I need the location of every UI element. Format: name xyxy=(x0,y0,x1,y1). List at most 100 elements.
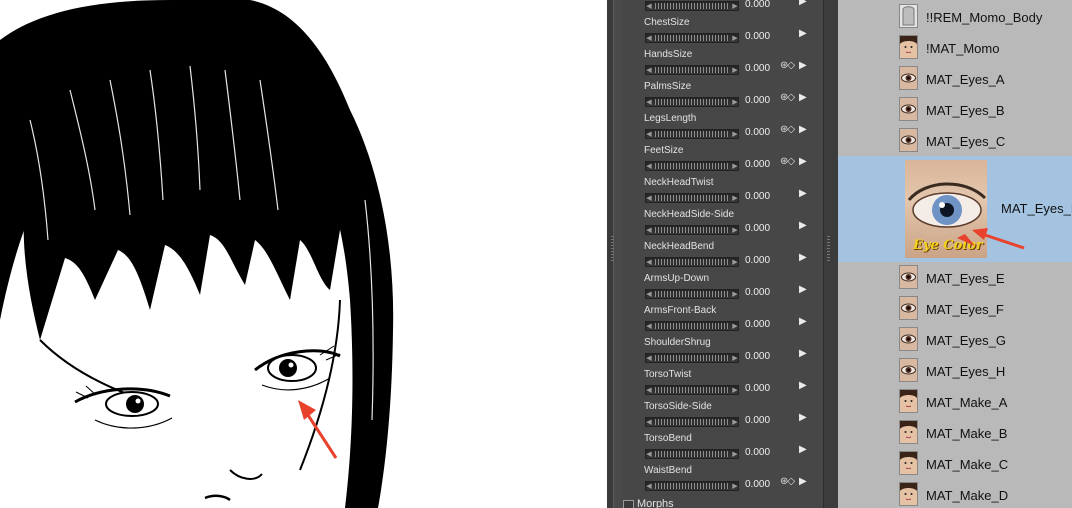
dial-value[interactable]: 0.000 xyxy=(745,319,770,330)
dial-value[interactable]: 0.000 xyxy=(745,159,770,170)
dial-slider[interactable]: ◀ ▶ xyxy=(645,321,739,331)
dial-decrement-icon[interactable]: ◀ xyxy=(645,194,653,204)
dial-value[interactable]: 0.000 xyxy=(745,415,770,426)
material-item[interactable]: MAT_Eyes_F xyxy=(838,293,1072,324)
dial-increment-icon[interactable]: ▶ xyxy=(731,98,739,108)
dial-decrement-icon[interactable]: ◀ xyxy=(645,258,653,268)
material-item[interactable]: !!REM_Momo_Body xyxy=(838,1,1072,32)
dial-menu-arrow-icon[interactable]: ▶ xyxy=(799,412,807,423)
dial-increment-icon[interactable]: ▶ xyxy=(731,418,739,428)
morphs-checkbox[interactable] xyxy=(623,500,634,508)
dial-decrement-icon[interactable]: ◀ xyxy=(645,162,653,172)
material-item[interactable]: !MAT_Momo xyxy=(838,32,1072,63)
dial-decrement-icon[interactable]: ◀ xyxy=(645,386,653,396)
material-item[interactable]: MAT_Eyes_E xyxy=(838,262,1072,293)
dial-slider[interactable]: ◀ ▶ xyxy=(645,257,739,267)
dial-increment-icon[interactable]: ▶ xyxy=(731,290,739,300)
dial-value[interactable]: 0.000 xyxy=(745,95,770,106)
dial-increment-icon[interactable]: ▶ xyxy=(731,322,739,332)
material-item[interactable]: MAT_Eyes_H xyxy=(838,355,1072,386)
dial-value[interactable]: 0.000 xyxy=(745,383,770,394)
material-item[interactable]: MAT_Make_C xyxy=(838,448,1072,479)
dial-menu-arrow-icon[interactable]: ▶ xyxy=(799,316,807,327)
dial-slider[interactable]: ◀ ▶ xyxy=(645,129,739,139)
dial-menu-arrow-icon[interactable]: ▶ xyxy=(799,380,807,391)
dial-slider[interactable]: ◀ ▶ xyxy=(645,33,739,43)
material-item[interactable]: MAT_Eyes_G xyxy=(838,324,1072,355)
dial-increment-icon[interactable]: ▶ xyxy=(731,482,739,492)
dial-decrement-icon[interactable]: ◀ xyxy=(645,130,653,140)
dial-decrement-icon[interactable]: ◀ xyxy=(645,354,653,364)
dependency-icon[interactable]: ⊛◇ xyxy=(780,60,795,71)
dial-value[interactable]: 0.000 xyxy=(745,0,770,10)
dial-value[interactable]: 0.000 xyxy=(745,447,770,458)
dial-decrement-icon[interactable]: ◀ xyxy=(645,450,653,460)
dial-increment-icon[interactable]: ▶ xyxy=(731,194,739,204)
dependency-icon[interactable]: ⊛◇ xyxy=(780,92,795,103)
material-item[interactable]: MAT_Make_A xyxy=(838,386,1072,417)
dial-menu-arrow-icon[interactable]: ▶ xyxy=(799,0,807,7)
material-item[interactable]: Eye ColorMAT_Eyes_D xyxy=(838,156,1072,262)
dial-value[interactable]: 0.000 xyxy=(745,351,770,362)
dial-menu-arrow-icon[interactable]: ▶ xyxy=(799,284,807,295)
dependency-icon[interactable]: ⊛◇ xyxy=(780,476,795,487)
dial-value[interactable]: 0.000 xyxy=(745,255,770,266)
dial-decrement-icon[interactable]: ◀ xyxy=(645,34,653,44)
dial-slider[interactable]: ◀ ▶ xyxy=(645,481,739,491)
dial-menu-arrow-icon[interactable]: ▶ xyxy=(799,156,807,167)
dial-increment-icon[interactable]: ▶ xyxy=(731,130,739,140)
dial-menu-arrow-icon[interactable]: ▶ xyxy=(799,92,807,103)
dial-slider[interactable]: ◀ ▶ xyxy=(645,449,739,459)
dial-value[interactable]: 0.000 xyxy=(745,479,770,490)
dial-value[interactable]: 0.000 xyxy=(745,31,770,42)
dial-slider[interactable]: ◀ ▶ xyxy=(645,385,739,395)
dial-decrement-icon[interactable]: ◀ xyxy=(645,98,653,108)
dependency-icon[interactable]: ⊛◇ xyxy=(780,124,795,135)
dial-slider[interactable]: ◀ ▶ xyxy=(645,65,739,75)
material-item[interactable]: MAT_Eyes_C xyxy=(838,125,1072,156)
material-item[interactable]: MAT_Make_D xyxy=(838,479,1072,508)
dial-menu-arrow-icon[interactable]: ▶ xyxy=(799,60,807,71)
dial-slider[interactable]: ◀ ▶ xyxy=(645,289,739,299)
dial-increment-icon[interactable]: ▶ xyxy=(731,258,739,268)
dial-value[interactable]: 0.000 xyxy=(745,191,770,202)
dial-menu-arrow-icon[interactable]: ▶ xyxy=(799,124,807,135)
dial-increment-icon[interactable]: ▶ xyxy=(731,2,739,12)
dial-menu-arrow-icon[interactable]: ▶ xyxy=(799,220,807,231)
dial-value[interactable]: 0.000 xyxy=(745,63,770,74)
dial-increment-icon[interactable]: ▶ xyxy=(731,34,739,44)
dial-menu-arrow-icon[interactable]: ▶ xyxy=(799,252,807,263)
dial-decrement-icon[interactable]: ◀ xyxy=(645,290,653,300)
dial-value[interactable]: 0.000 xyxy=(745,127,770,138)
material-item[interactable]: MAT_Eyes_A xyxy=(838,63,1072,94)
dial-decrement-icon[interactable]: ◀ xyxy=(645,226,653,236)
dial-menu-arrow-icon[interactable]: ▶ xyxy=(799,28,807,39)
dial-increment-icon[interactable]: ▶ xyxy=(731,226,739,236)
dial-slider[interactable]: ◀ ▶ xyxy=(645,225,739,235)
dial-increment-icon[interactable]: ▶ xyxy=(731,162,739,172)
material-item[interactable]: MAT_Make_B xyxy=(838,417,1072,448)
dial-slider[interactable]: ◀ ▶ xyxy=(645,161,739,171)
viewport-canvas[interactable] xyxy=(0,0,607,508)
dial-menu-arrow-icon[interactable]: ▶ xyxy=(799,188,807,199)
dial-menu-arrow-icon[interactable]: ▶ xyxy=(799,348,807,359)
dial-increment-icon[interactable]: ▶ xyxy=(731,450,739,460)
dial-decrement-icon[interactable]: ◀ xyxy=(645,2,653,12)
dial-slider[interactable]: ◀ ▶ xyxy=(645,193,739,203)
dial-increment-icon[interactable]: ▶ xyxy=(731,354,739,364)
panel-resize-grip-right[interactable] xyxy=(827,236,830,262)
dial-value[interactable]: 0.000 xyxy=(745,287,770,298)
dial-decrement-icon[interactable]: ◀ xyxy=(645,322,653,332)
dial-slider[interactable]: ◀ ▶ xyxy=(645,417,739,427)
dial-slider[interactable]: ◀ ▶ xyxy=(645,1,739,11)
dial-increment-icon[interactable]: ▶ xyxy=(731,386,739,396)
dependency-icon[interactable]: ⊛◇ xyxy=(780,156,795,167)
panel-resize-grip-left[interactable] xyxy=(611,236,614,262)
dial-decrement-icon[interactable]: ◀ xyxy=(645,418,653,428)
dial-slider[interactable]: ◀ ▶ xyxy=(645,97,739,107)
dial-increment-icon[interactable]: ▶ xyxy=(731,66,739,76)
dial-value[interactable]: 0.000 xyxy=(745,223,770,234)
dial-decrement-icon[interactable]: ◀ xyxy=(645,482,653,492)
dial-menu-arrow-icon[interactable]: ▶ xyxy=(799,476,807,487)
material-item[interactable]: MAT_Eyes_B xyxy=(838,94,1072,125)
